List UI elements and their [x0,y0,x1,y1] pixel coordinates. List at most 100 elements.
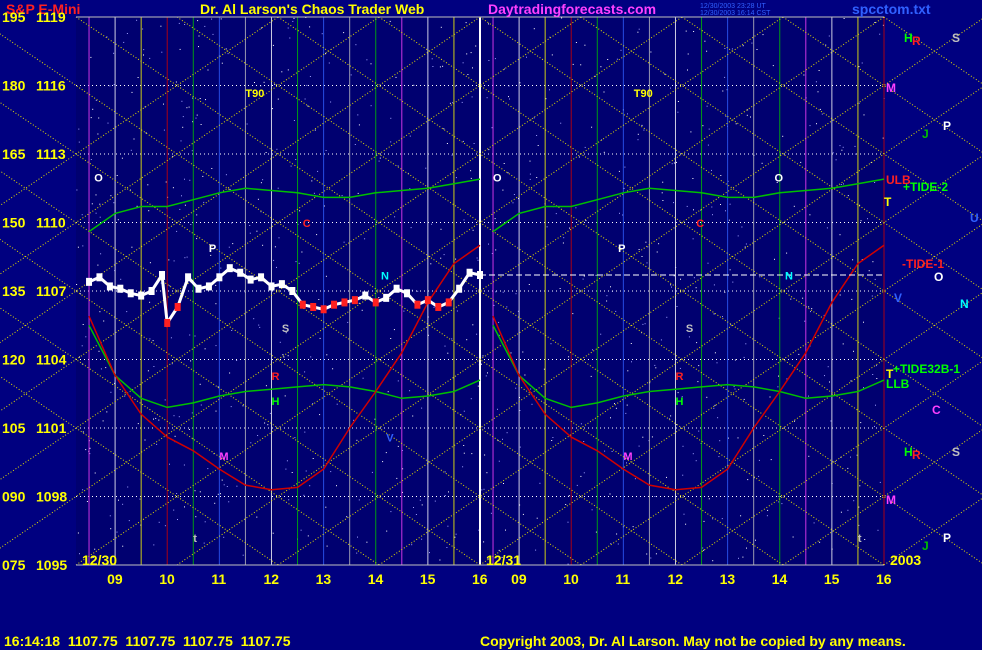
star-dot [311,180,313,182]
star-dot [286,460,288,462]
star-dot [843,183,844,185]
y-tick-label-price: 1095 [36,557,67,573]
star-dot [200,404,202,406]
star-dot [813,522,815,524]
star-dot [343,241,345,243]
star-dot [390,338,392,339]
star-dot [798,353,800,355]
year-label: 2003 [890,552,921,568]
legend-item: J [922,539,929,553]
star-dot [152,340,154,342]
star-dot [169,285,171,287]
star-dot [466,53,468,55]
star-dot [273,259,275,261]
star-dot [190,224,192,225]
x-tick-label: 14 [368,571,384,587]
star-dot [852,259,854,261]
star-dot [611,451,613,452]
y-tick-label-left: 165 [2,146,26,162]
site-link[interactable]: Daytradingforecasts.com [488,1,656,17]
star-dot [145,221,147,223]
star-dot [120,278,122,280]
star-dot [637,139,639,141]
star-dot [567,521,569,523]
copyright-notice: Copyright 2003, Dr. Al Larson. May not b… [480,633,906,649]
star-dot [552,437,554,438]
star-dot [690,131,692,133]
star-dot [325,275,327,277]
star-dot [697,381,699,383]
star-dot [551,54,553,56]
star-dot [100,368,102,370]
star-dot [515,293,517,295]
star-dot [81,214,83,216]
star-dot [107,122,109,124]
star-dot [257,435,259,436]
star-dot [253,318,255,320]
star-dot [875,404,876,406]
star-dot [860,422,862,424]
star-dot [319,337,321,339]
annotation-right-panel: t [858,533,862,545]
data-file-name: spcctom.txt [852,1,931,17]
star-dot [811,308,813,310]
star-dot [215,303,217,305]
star-dot [274,83,276,85]
star-dot [662,181,664,183]
star-dot [584,44,586,46]
star-dot [470,170,472,172]
star-dot [637,133,639,135]
legend-item: M [886,493,896,507]
star-dot [215,410,217,412]
star-dot [289,37,291,39]
star-dot [95,194,97,196]
star-dot [654,496,656,497]
star-dot [91,203,93,205]
star-dot [139,498,141,500]
star-dot [618,170,620,172]
legend-item: S [952,445,960,459]
star-dot [301,251,303,253]
star-dot [199,98,201,99]
star-dot [455,85,456,87]
star-dot [567,563,569,565]
star-dot [819,541,821,543]
star-dot [707,144,709,146]
star-dot [874,278,876,280]
star-dot [616,58,618,60]
star-dot [207,468,209,470]
star-dot [486,97,488,99]
star-dot [874,22,876,23]
star-dot [761,162,763,164]
star-dot [850,456,851,458]
star-dot [182,116,184,118]
star-dot [815,81,817,83]
star-dot [758,475,760,477]
star-dot [470,177,472,179]
star-dot [202,175,204,177]
star-dot [413,507,414,508]
star-dot [90,56,92,58]
star-dot [325,53,326,55]
star-dot [174,435,176,437]
star-dot [786,252,788,254]
star-dot [300,529,302,531]
star-dot [99,203,101,205]
star-dot [127,486,129,488]
star-dot [724,291,726,293]
star-dot [258,324,260,326]
star-dot [509,98,510,100]
star-dot [126,33,128,34]
price-bar [310,302,317,311]
star-dot [714,404,716,406]
star-dot [720,175,722,176]
star-dot [307,535,309,537]
star-dot [173,415,175,417]
star-dot [498,321,500,323]
star-dot [225,48,227,50]
star-dot [447,352,449,354]
y-tick-label-price: 1104 [36,352,67,368]
star-dot [688,336,690,338]
star-dot [590,375,592,377]
star-dot [378,297,380,298]
